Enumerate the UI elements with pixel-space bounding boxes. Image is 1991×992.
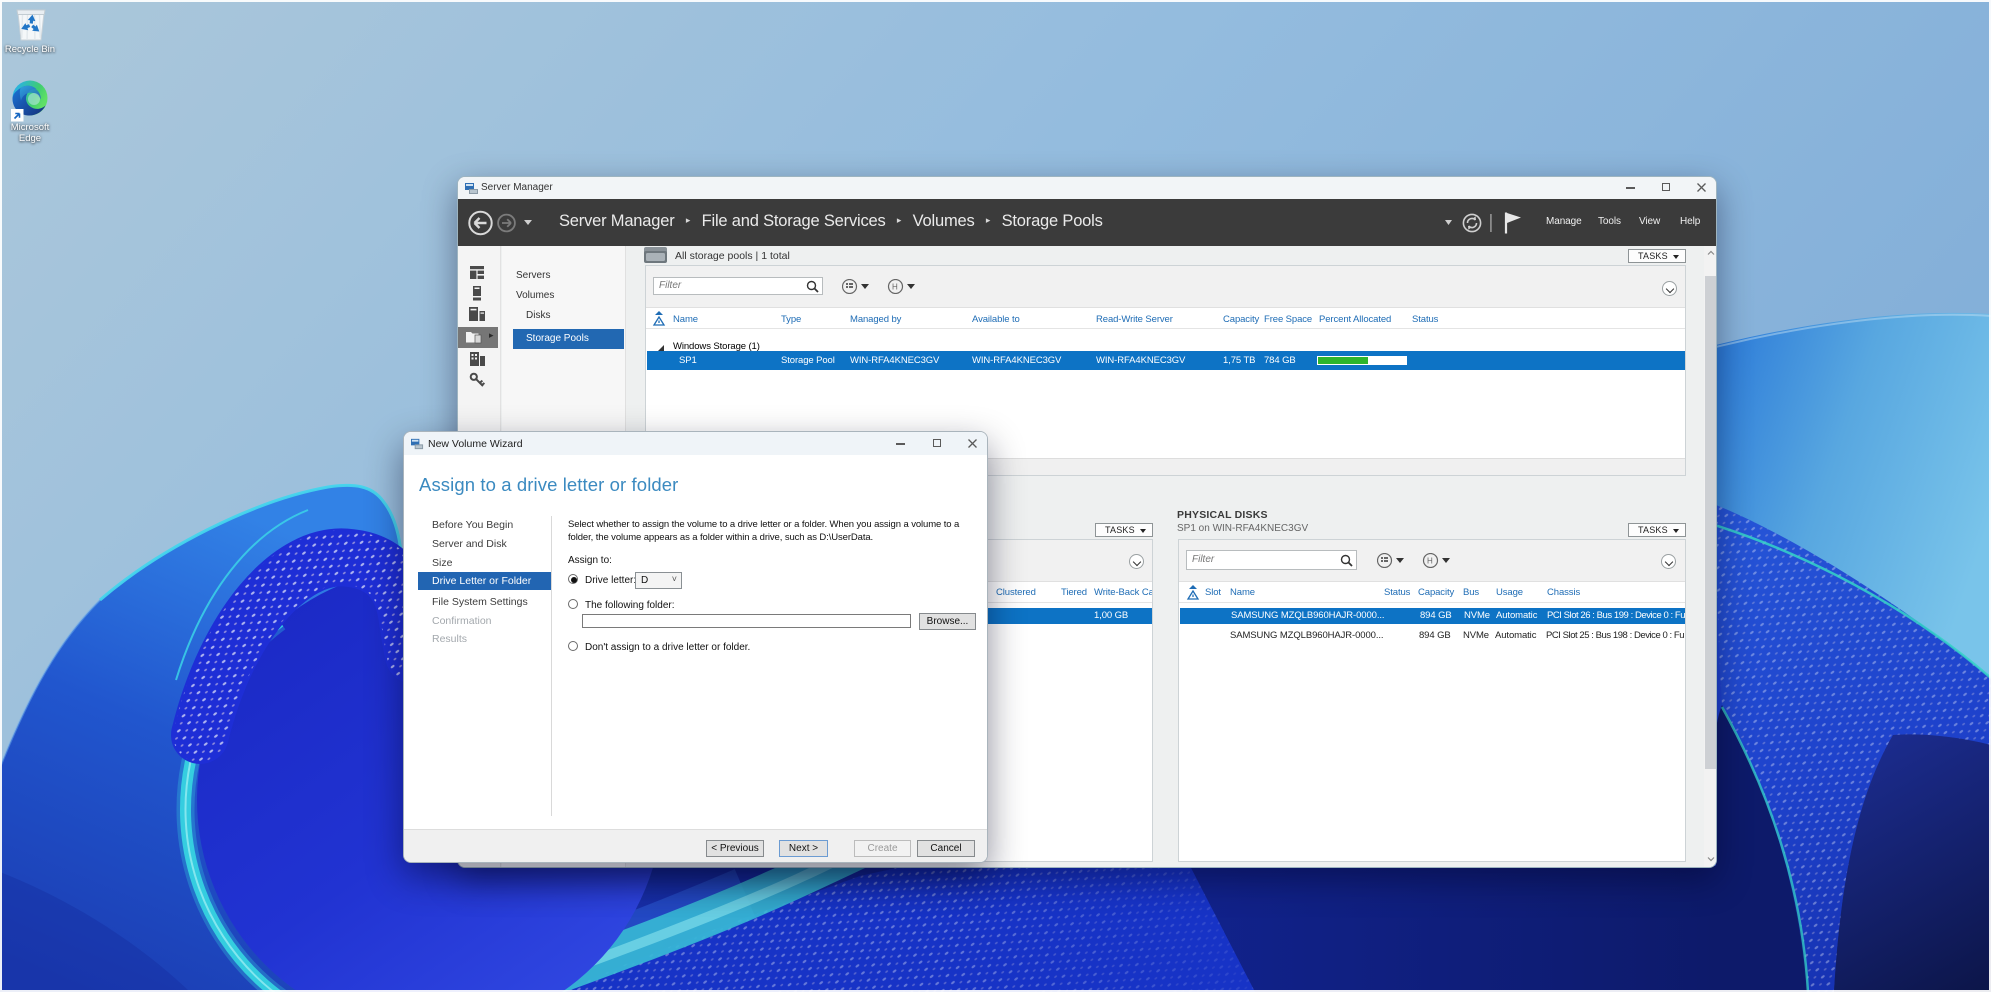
svg-text:H: H	[1427, 557, 1433, 566]
svg-text:H: H	[892, 283, 898, 292]
